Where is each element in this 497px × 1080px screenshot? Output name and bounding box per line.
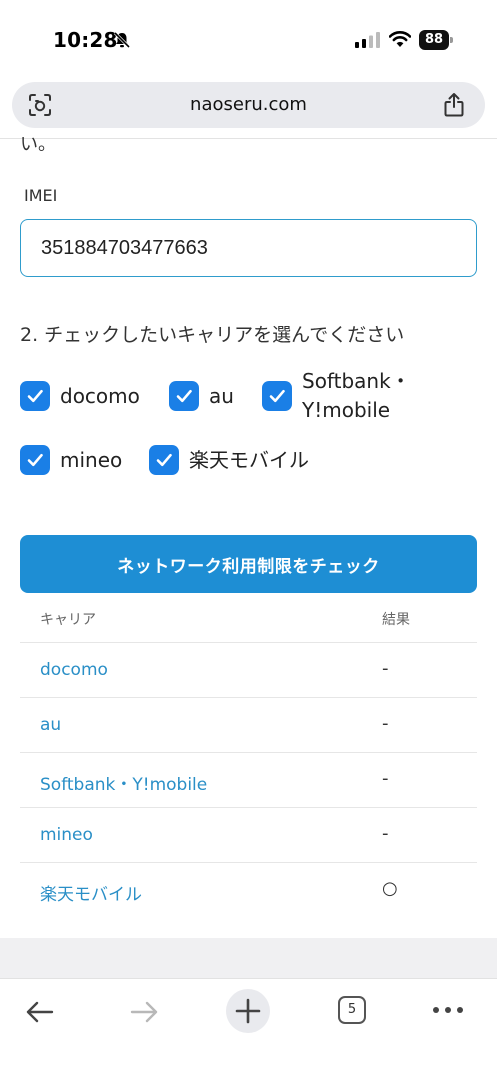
checkbox-label: Softbank・ Y!mobile [302,367,411,425]
carrier-link[interactable]: mineo [40,825,93,845]
url-text[interactable]: naoseru.com [12,94,485,115]
url-bar-divider [0,138,497,139]
checkbox-mineo[interactable]: mineo [20,445,122,475]
page-footer-band [0,938,497,978]
checkbox-docomo[interactable]: docomo [20,381,140,411]
results-table: キャリア 結果 docomo - au - Softbank・Y!mobile … [20,593,477,918]
imei-label: IMEI [24,186,58,205]
wifi-icon [389,31,411,47]
table-row: 楽天モバイル ○ [20,863,477,918]
checkbox-label: mineo [60,447,123,472]
page: 10:28 88 naoseru.com い。 IMEI 35188470347… [0,0,497,1080]
column-header-carrier: キャリア [40,612,96,628]
table-row: au - [20,698,477,753]
forward-arrow-icon[interactable] [128,997,160,1027]
plus-icon [235,998,261,1024]
result-value: - [382,768,389,789]
carrier-link[interactable]: au [40,715,61,735]
checkbox-softbank-ymobile[interactable]: Softbank・ Y!mobile [262,367,411,425]
status-time: 10:28 [53,28,118,52]
browser-toolbar: 5 [0,978,497,1080]
battery-icon: 88 [419,30,453,50]
column-header-result: 結果 [382,612,410,628]
result-value: ○ [382,878,398,899]
partial-text: い。 [20,134,56,155]
checkbox-checked-icon[interactable] [20,381,50,411]
carrier-select-heading: 2. チェックしたいキャリアを選んでください [20,324,405,346]
status-bar: 10:28 88 [0,0,497,80]
battery-level: 88 [419,30,449,50]
table-row: docomo - [20,643,477,698]
checkbox-checked-icon[interactable] [262,381,292,411]
table-row: mineo - [20,808,477,863]
checkbox-label-line1: Softbank・ [302,369,411,393]
back-arrow-icon[interactable] [24,997,56,1027]
share-icon[interactable] [442,92,466,118]
silent-bell-icon [113,31,131,49]
checkbox-label-line2: Y!mobile [302,398,391,422]
checkbox-au[interactable]: au [169,381,234,411]
checkbox-label: 楽天モバイル [189,447,309,472]
carrier-link[interactable]: 楽天モバイル [40,880,142,905]
address-bar[interactable]: naoseru.com [12,82,485,128]
checkbox-label: docomo [60,383,140,408]
table-row: Softbank・Y!mobile - [20,753,477,808]
checkbox-label: au [209,383,234,408]
result-value: - [382,823,389,844]
page-settings-icon[interactable] [28,93,52,117]
carrier-link[interactable]: Softbank・Y!mobile [40,770,207,795]
result-value: - [382,658,389,679]
more-menu-icon[interactable] [432,1005,464,1015]
checkbox-rakuten-mobile[interactable]: 楽天モバイル [149,445,309,475]
new-tab-button[interactable] [226,989,270,1033]
tab-switcher-button[interactable]: 5 [338,996,366,1024]
carrier-link[interactable]: docomo [40,660,108,680]
checkbox-checked-icon[interactable] [20,445,50,475]
result-value: - [382,713,389,734]
imei-input[interactable] [20,219,477,277]
checkbox-checked-icon[interactable] [149,445,179,475]
checkbox-checked-icon[interactable] [169,381,199,411]
signal-icon [355,32,380,48]
table-header: キャリア 結果 [20,593,477,643]
check-network-restriction-button[interactable]: ネットワーク利用制限をチェック [20,535,477,593]
